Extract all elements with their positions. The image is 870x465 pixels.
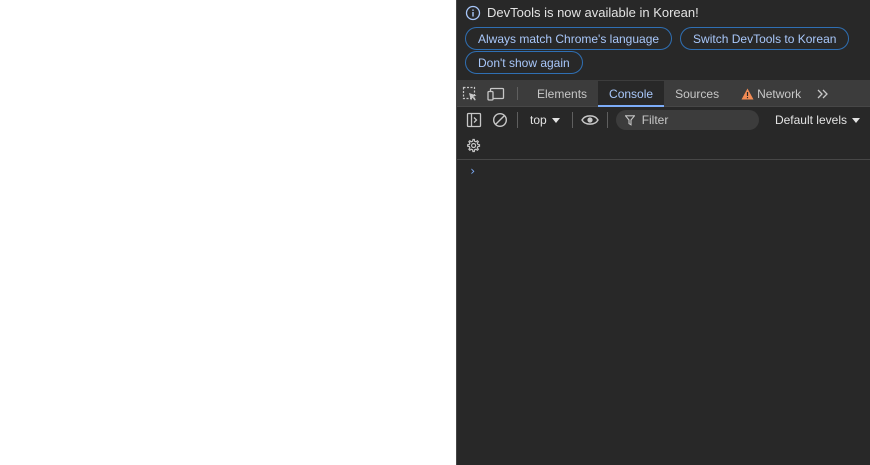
tab-network-label: Network [757,86,802,101]
filter-placeholder: Filter [641,113,669,127]
warning-icon [741,88,754,100]
tab-elements[interactable]: Elements [526,81,598,106]
toolbar-divider [517,112,518,128]
caret-down-icon [551,117,560,123]
tabbar-divider [517,87,518,100]
infobar-message-row: DevTools is now available in Korean! [465,4,862,21]
tab-console[interactable]: Console [598,81,665,107]
context-selector[interactable]: top [522,107,568,133]
context-value: top [530,113,547,127]
inspect-element-icon[interactable] [457,81,483,106]
clear-console-icon[interactable] [487,107,513,133]
console-toolbar: top Filter Default levels [457,107,870,133]
dont-show-again-button[interactable]: Don't show again [465,51,583,74]
settings-gear-icon[interactable] [465,138,481,154]
web-page-content [0,0,456,465]
filter-input[interactable]: Filter [615,110,759,130]
always-match-language-button[interactable]: Always match Chrome's language [465,27,673,50]
switch-to-korean-button[interactable]: Switch DevTools to Korean [680,27,850,50]
filter-funnel-icon [624,114,635,126]
device-toolbar-icon[interactable] [483,81,509,106]
console-prompt-chevron-icon[interactable]: › [469,164,476,178]
console-output[interactable]: › [457,160,870,464]
log-levels-label: Default levels [774,113,847,127]
devtools-tabbar: Elements Console Sources Network [457,81,870,107]
language-infobar: DevTools is now available in Korean! Alw… [457,0,870,81]
live-expression-eye-icon[interactable] [577,107,603,133]
toolbar-divider [571,112,573,128]
tab-sources[interactable]: Sources [664,81,730,106]
tab-network[interactable]: Network [730,81,812,106]
show-sidebar-icon[interactable] [461,107,487,133]
more-tabs-chevron-icon[interactable] [812,81,834,106]
infobar-message: DevTools is now available in Korean! [487,5,699,20]
info-icon [465,5,481,21]
infobar-actions: Always match Chrome's language Switch De… [465,27,862,75]
console-settings-row [457,133,870,160]
toolbar-divider [606,112,608,128]
devtools-panel: DevTools is now available in Korean! Alw… [456,0,870,465]
caret-down-icon [852,117,860,123]
log-levels-dropdown[interactable]: Default levels [775,113,860,127]
